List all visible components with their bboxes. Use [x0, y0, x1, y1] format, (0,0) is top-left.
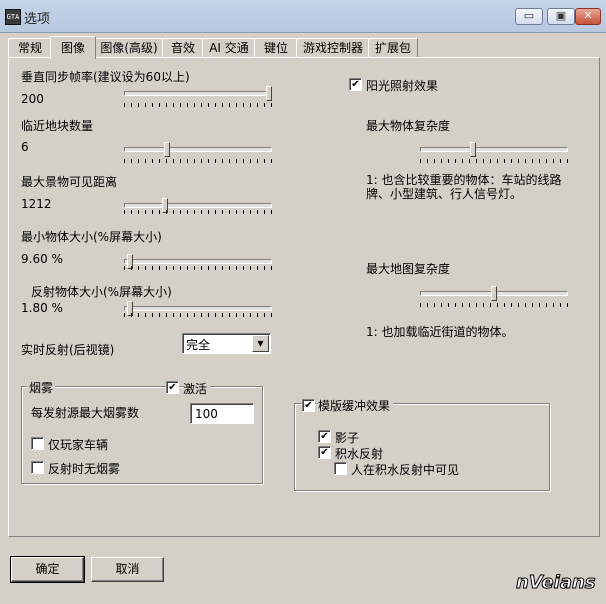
- vsync-label: 垂直同步帧率(建议设为60以上): [21, 70, 190, 84]
- tab-addons[interactable]: 扩展包: [368, 38, 418, 58]
- minobj-label: 最小物体大小(%屏幕大小): [21, 230, 162, 244]
- fog-title: 烟雾: [27, 379, 56, 396]
- scenery-label: 最大景物可见距离: [21, 175, 118, 189]
- app-icon: GTA: [5, 9, 21, 25]
- close-button[interactable]: ✕: [575, 8, 601, 25]
- realtime-reflection-value: 完全: [186, 338, 211, 352]
- reflobj-label: 反射物体大小(%屏幕大小): [31, 285, 172, 299]
- stencil-checkbox[interactable]: ✔: [302, 399, 315, 412]
- minobj-value: 9.60 %: [21, 252, 63, 266]
- objcx-slider[interactable]: [420, 142, 568, 168]
- objcx-desc-2: 牌、小型建筑、行人信号灯。: [366, 187, 523, 201]
- water-player-checkbox[interactable]: [334, 462, 347, 475]
- tab-general[interactable]: 常规: [8, 38, 52, 58]
- maximize-button[interactable]: ▣: [547, 8, 575, 25]
- fog-activate-label: 激活: [183, 380, 211, 397]
- mapcx-label: 最大地图复杂度: [366, 262, 451, 276]
- player-only-label: 仅玩家车辆: [48, 438, 109, 452]
- shadow-checkbox[interactable]: ✔: [318, 430, 331, 443]
- sun-effect-label: 阳光照射效果: [366, 79, 439, 93]
- brand-logo: nVeians: [516, 572, 596, 594]
- vsync-slider[interactable]: [124, 86, 272, 112]
- blocks-value: 6: [21, 140, 29, 154]
- scenery-slider[interactable]: [124, 198, 272, 224]
- fog-max-value: 100: [195, 407, 218, 421]
- shadow-label: 影子: [335, 431, 360, 445]
- objcx-label: 最大物体复杂度: [366, 119, 451, 133]
- water-reflection-checkbox[interactable]: ✔: [318, 446, 331, 459]
- fog-max-input[interactable]: 100: [190, 403, 254, 424]
- realtime-reflection-label: 实时反射(后视镜): [21, 343, 115, 357]
- minobj-slider[interactable]: [124, 254, 272, 280]
- vsync-value: 200: [21, 92, 44, 106]
- dropdown-arrow-icon[interactable]: ▼: [252, 335, 269, 352]
- fog-activate-checkbox[interactable]: ✔: [166, 381, 179, 394]
- scenery-value: 1212: [21, 197, 52, 211]
- window-title: 选项: [24, 12, 51, 27]
- cancel-button[interactable]: 取消: [91, 557, 164, 582]
- reflobj-slider[interactable]: [124, 301, 272, 327]
- stencil-title: 模版缓冲效果: [318, 397, 394, 414]
- water-reflection-label: 积水反射: [335, 447, 384, 461]
- no-fog-reflect-checkbox[interactable]: [31, 461, 44, 474]
- player-only-checkbox[interactable]: [31, 437, 44, 450]
- realtime-reflection-select[interactable]: 完全 ▼: [182, 333, 271, 354]
- mapcx-slider[interactable]: [420, 286, 568, 312]
- water-player-label: 人在积水反射中可见: [351, 463, 460, 477]
- ok-button[interactable]: 确定: [10, 556, 85, 583]
- tab-graphics-advanced[interactable]: 图像(高级): [94, 38, 164, 58]
- tab-game-controller[interactable]: 游戏控制器: [296, 38, 370, 58]
- minimize-button[interactable]: ▭: [515, 8, 543, 25]
- no-fog-reflect-label: 反射时无烟雾: [48, 462, 121, 476]
- blocks-slider[interactable]: [124, 142, 272, 168]
- reflobj-value: 1.80 %: [21, 301, 63, 315]
- mapcx-desc: 1: 也加载临近街道的物体。: [366, 325, 514, 339]
- tab-keys[interactable]: 键位: [254, 38, 298, 58]
- sun-effect-checkbox[interactable]: ✔: [349, 78, 362, 91]
- blocks-label: 临近地块数量: [21, 119, 94, 133]
- tab-sound[interactable]: 音效: [162, 38, 204, 58]
- tab-graphics[interactable]: 图像: [50, 36, 96, 59]
- fog-max-label: 每发射源最大烟雾数: [31, 406, 140, 420]
- tab-ai-traffic[interactable]: AI 交通: [202, 38, 256, 58]
